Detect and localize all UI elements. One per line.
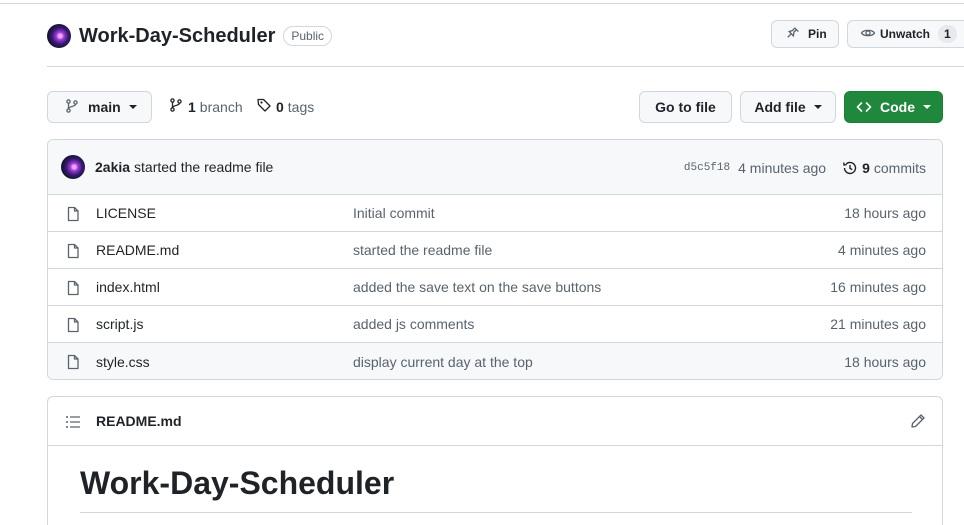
- tag-count: 0: [276, 98, 284, 115]
- history-icon: [842, 160, 858, 176]
- readme-file-name[interactable]: README.md: [96, 413, 182, 429]
- file-time: 18 hours ago: [844, 205, 926, 221]
- file-name[interactable]: LICENSE: [96, 205, 156, 221]
- file-row[interactable]: script.js added js comments 21 minutes a…: [48, 306, 942, 343]
- heading-divider: [80, 512, 912, 513]
- repo-header: Work-Day-Scheduler Public: [47, 21, 333, 51]
- eye-icon: [860, 25, 876, 44]
- tag-label: tags: [287, 98, 315, 115]
- git-branch-icon: [168, 97, 184, 116]
- readme-header: README.md: [48, 397, 942, 446]
- commit-time[interactable]: 4 minutes ago: [738, 160, 826, 176]
- top-border: [0, 0, 964, 4]
- pin-icon: [784, 25, 800, 44]
- file-commit-message[interactable]: started the readme file: [353, 242, 492, 258]
- commit-author[interactable]: 2akia: [95, 159, 130, 175]
- file-row[interactable]: README.md started the readme file 4 minu…: [48, 232, 942, 269]
- file-time: 18 hours ago: [844, 353, 926, 370]
- latest-commit-bar: 2akia started the readme file d5c5f18 4 …: [48, 140, 942, 195]
- add-file-button[interactable]: Add file: [740, 91, 836, 123]
- branch-count: 1: [188, 98, 196, 115]
- code-button[interactable]: Code: [844, 91, 943, 123]
- add-file-label: Add file: [754, 99, 806, 115]
- commit-label: commits: [873, 159, 926, 176]
- file-time: 21 minutes ago: [830, 316, 926, 332]
- pin-label: Pin: [808, 27, 827, 41]
- branches-link[interactable]: 1 branch: [168, 97, 243, 116]
- branch-label: branch: [199, 98, 243, 115]
- file-name[interactable]: index.html: [96, 279, 160, 295]
- file-name[interactable]: style.css: [96, 354, 150, 370]
- file-icon: [65, 354, 81, 373]
- file-row[interactable]: index.html added the save text on the sa…: [48, 269, 942, 306]
- file-time: 16 minutes ago: [830, 279, 926, 295]
- commit-sha[interactable]: d5c5f18: [684, 162, 730, 174]
- list-unordered-icon[interactable]: [65, 415, 81, 432]
- current-branch: main: [88, 99, 121, 115]
- chevron-down-icon: [923, 105, 931, 109]
- pin-button[interactable]: Pin: [771, 20, 839, 48]
- unwatch-label: Unwatch: [880, 27, 931, 41]
- commit-count: 9: [862, 159, 870, 176]
- chevron-down-icon: [128, 105, 137, 109]
- repo-name[interactable]: Work-Day-Scheduler: [79, 25, 275, 48]
- commit-meta: d5c5f18 4 minutes ago 9 commits: [684, 140, 926, 195]
- code-icon: [856, 99, 872, 115]
- visibility-badge: Public: [283, 26, 333, 46]
- readme-heading: Work-Day-Scheduler: [80, 465, 395, 501]
- watch-counter: 1: [938, 25, 957, 43]
- tag-icon: [256, 97, 272, 116]
- file-row[interactable]: LICENSE Initial commit 18 hours ago: [48, 195, 942, 232]
- code-label: Code: [880, 99, 915, 115]
- file-commit-message[interactable]: added js comments: [353, 316, 474, 332]
- commit-message[interactable]: started the readme file: [134, 159, 273, 175]
- branch-selector[interactable]: main: [47, 91, 152, 123]
- file-icon: [65, 206, 81, 225]
- tags-link[interactable]: 0 tags: [256, 97, 314, 116]
- readme-panel: README.md Work-Day-Scheduler: [47, 396, 943, 525]
- chevron-down-icon: [813, 105, 822, 109]
- file-icon: [65, 280, 81, 299]
- unwatch-button[interactable]: Unwatch 1: [847, 20, 964, 48]
- author-avatar[interactable]: [61, 155, 85, 179]
- git-branch-icon: [64, 98, 80, 117]
- header-divider: [47, 66, 964, 67]
- file-name[interactable]: README.md: [96, 242, 179, 258]
- file-time: 4 minutes ago: [838, 242, 926, 258]
- commits-link[interactable]: 9 commits: [842, 160, 926, 176]
- file-icon: [65, 243, 81, 262]
- go-to-file-button[interactable]: Go to file: [639, 91, 732, 123]
- file-commit-message[interactable]: display current day at the top: [353, 354, 533, 370]
- file-listing: 2akia started the readme file d5c5f18 4 …: [47, 139, 943, 380]
- pencil-icon[interactable]: [910, 413, 926, 432]
- file-name[interactable]: script.js: [96, 316, 143, 332]
- file-commit-message[interactable]: Initial commit: [353, 205, 435, 221]
- file-icon: [65, 317, 81, 336]
- file-row[interactable]: style.css display current day at the top…: [48, 343, 942, 379]
- owner-avatar[interactable]: [47, 24, 71, 48]
- file-commit-message[interactable]: added the save text on the save buttons: [353, 279, 601, 295]
